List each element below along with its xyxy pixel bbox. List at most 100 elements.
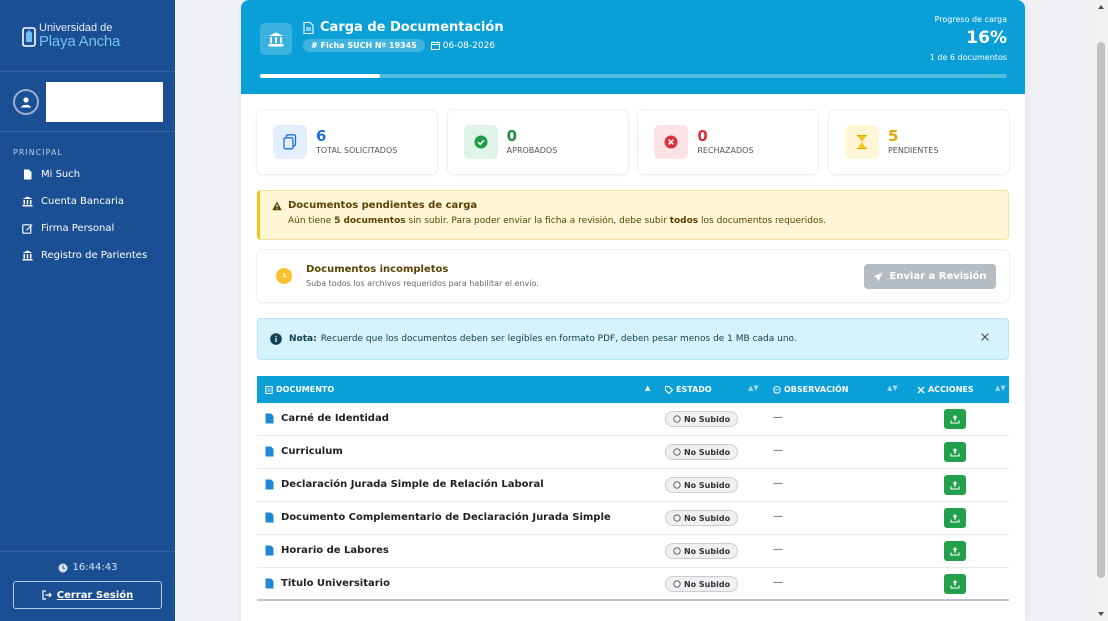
file-icon xyxy=(265,578,274,589)
sidebar-item-firma-personal[interactable]: Firma Personal xyxy=(0,215,175,242)
stat-label: APROBADOS xyxy=(506,146,558,155)
upload-button[interactable] xyxy=(944,574,966,594)
column-header-estado[interactable]: ESTADO xyxy=(665,376,712,403)
column-header-acciones[interactable]: ACCIONES xyxy=(917,376,974,403)
document-name: Declaración Jurada Simple de Relación La… xyxy=(265,479,544,490)
upload-icon xyxy=(950,415,960,424)
brand-bottom-text: Playa Ancha xyxy=(39,32,121,50)
brand-logo[interactable]: Universidad de Playa Ancha xyxy=(0,0,175,72)
stat-value: 0 xyxy=(697,127,708,145)
observation: — xyxy=(773,478,783,489)
status-text: No Subido xyxy=(683,513,731,523)
stat-value: 5 xyxy=(887,127,899,145)
document-icon xyxy=(265,385,273,394)
sort-asc-icon[interactable]: ▲ xyxy=(645,384,650,392)
send-review-label: Enviar a Revisión xyxy=(889,271,987,282)
page-scrollbar[interactable] xyxy=(1094,0,1108,621)
sidebar-item-registro-parientes[interactable]: Registro de Parientes xyxy=(0,242,175,269)
sort-icon[interactable]: ▲▼ xyxy=(748,384,759,392)
bank-icon xyxy=(22,196,33,207)
tools-icon xyxy=(917,386,925,393)
column-header-label: ACCIONES xyxy=(928,385,974,394)
scroll-up-arrow-icon[interactable] xyxy=(1097,3,1105,11)
sidebar-footer: 16:44:43 Cerrar Sesión xyxy=(0,551,175,621)
user-profile[interactable] xyxy=(0,72,175,132)
table-row: Horario de Labores No Subido — xyxy=(257,535,1009,568)
document-name-text: Titulo Universitario xyxy=(281,578,390,589)
status-badge: No Subido xyxy=(665,576,738,592)
table-row: Titulo Universitario No Subido — xyxy=(257,568,1009,601)
column-header-label: ESTADO xyxy=(676,385,712,394)
send-review-button[interactable]: Enviar a Revisión xyxy=(864,264,996,289)
status-text: No Subido xyxy=(683,447,731,457)
document-name: Carné de Identidad xyxy=(265,413,389,424)
user-name-box xyxy=(46,81,163,122)
institution-icon xyxy=(268,32,284,46)
documents-table: DOCUMENTO ▲ ESTADO ▲▼ OBSERVACIÓN ▲▼ ACC… xyxy=(257,376,1009,601)
incomplete-title: Documentos incompletos xyxy=(306,264,449,275)
scrollbar-thumb[interactable] xyxy=(1097,42,1105,578)
upload-button[interactable] xyxy=(944,508,966,528)
copy-icon xyxy=(283,134,297,150)
close-icon[interactable] xyxy=(979,331,991,343)
alert-text-e: los documentos requeridos. xyxy=(698,216,827,226)
circle-icon xyxy=(673,481,681,489)
column-header-observacion[interactable]: OBSERVACIÓN xyxy=(773,376,848,403)
note-label: Nota: xyxy=(289,334,317,344)
university-logo-icon xyxy=(22,26,36,47)
upload-button[interactable] xyxy=(944,409,966,429)
alert-text-b: 5 documentos xyxy=(334,216,406,226)
stats-row: 6 TOTAL SOLICITADOS 0 APROBADOS 0 RECHAZ… xyxy=(257,110,1009,174)
send-icon xyxy=(873,272,883,281)
x-circle-icon xyxy=(664,135,678,149)
progress-label: Progreso de carga xyxy=(934,15,1007,24)
alert-text-d: todos xyxy=(669,216,699,226)
table-row: Curriculum No Subido — xyxy=(257,436,1009,469)
logout-button[interactable]: Cerrar Sesión xyxy=(13,581,162,609)
section-label-principal: PRINCIPAL xyxy=(13,148,63,157)
document-name-text: Documento Complementario de Declaración … xyxy=(281,512,611,523)
sort-icon[interactable]: ▲▼ xyxy=(995,384,1006,392)
column-header-label: OBSERVACIÓN xyxy=(784,385,849,394)
alert-text-c: sin subir. Para poder enviar la ficha a … xyxy=(405,216,670,226)
sort-icon[interactable]: ▲▼ xyxy=(887,384,898,392)
file-icon xyxy=(265,512,274,523)
scroll-down-arrow-icon[interactable] xyxy=(1097,610,1105,618)
brand-top-text: Universidad de xyxy=(39,21,113,34)
logout-label: Cerrar Sesión xyxy=(56,589,134,601)
circle-icon xyxy=(673,580,681,588)
file-icon xyxy=(24,169,32,180)
sidebar-item-label: Mi Such xyxy=(41,169,81,180)
header-icon-box xyxy=(260,23,292,55)
sidebar-item-label: Cuenta Bancaria xyxy=(41,196,125,207)
column-header-documento[interactable]: DOCUMENTO xyxy=(265,376,334,403)
pending-alert-title-text: Documentos pendientes de carga xyxy=(288,200,478,211)
sidebar-item-label: Firma Personal xyxy=(41,223,115,234)
page-title-text: Carga de Documentación xyxy=(320,20,504,35)
sidebar: Universidad de Playa Ancha PRINCIPAL Mi … xyxy=(0,0,175,621)
avatar[interactable] xyxy=(13,88,39,115)
warning-icon xyxy=(272,201,282,210)
bank-icon xyxy=(22,250,33,261)
status-badge: No Subido xyxy=(665,444,738,460)
progress-bar xyxy=(260,74,1007,78)
status-badge: No Subido xyxy=(665,510,738,526)
sidebar-nav: Mi Such Cuenta Bancaria Firma Personal R… xyxy=(0,161,175,269)
sidebar-item-cuenta-bancaria[interactable]: Cuenta Bancaria xyxy=(0,188,175,215)
stat-value: 0 xyxy=(506,127,518,145)
progress-percent: 16% xyxy=(966,28,1007,48)
table-header: DOCUMENTO ▲ ESTADO ▲▼ OBSERVACIÓN ▲▼ ACC… xyxy=(257,376,1009,403)
status-text: No Subido xyxy=(683,414,731,424)
upload-button[interactable] xyxy=(944,475,966,495)
table-row: Documento Complementario de Declaración … xyxy=(257,502,1009,535)
clock-hands-icon xyxy=(283,273,287,278)
upload-button[interactable] xyxy=(944,442,966,462)
progress-bar-fill xyxy=(260,74,380,78)
clock-icon xyxy=(58,563,68,572)
sidebar-item-mi-such[interactable]: Mi Such xyxy=(0,161,175,188)
file-icon xyxy=(265,413,274,424)
upload-button[interactable] xyxy=(944,541,966,561)
table-row: Declaración Jurada Simple de Relación La… xyxy=(257,469,1009,502)
comment-icon xyxy=(773,385,781,394)
document-name-text: Horario de Labores xyxy=(281,545,389,556)
